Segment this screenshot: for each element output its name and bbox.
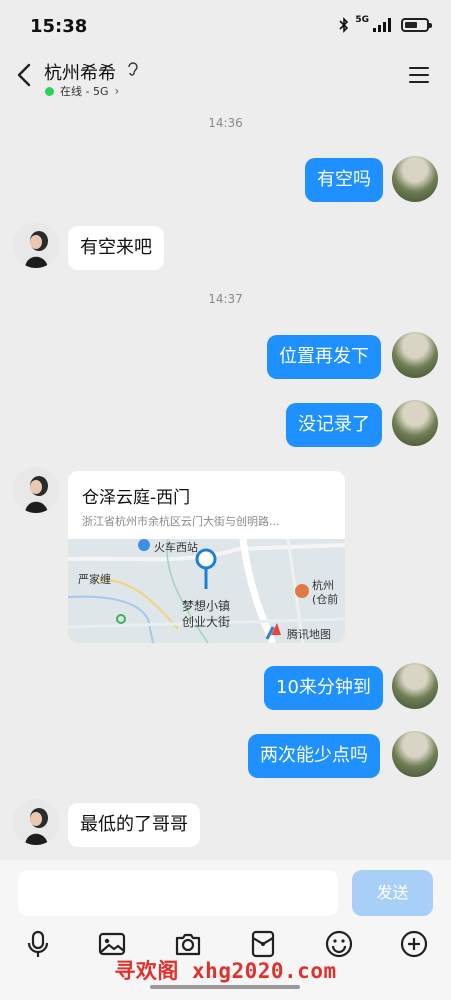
emoji-icon[interactable] [325,930,353,958]
online-status-text: 在线 - 5G [60,85,109,98]
back-arrow-icon[interactable] [14,62,36,88]
map-provider-label: 腾讯地图 [287,628,331,641]
my-avatar[interactable] [392,400,438,446]
bluetooth-icon [339,17,349,33]
menu-icon[interactable] [409,67,429,83]
map-label: 火车西站 [154,541,198,554]
location-name: 仓泽云庭-西门 [82,488,191,508]
map-label: 严家缠 [78,573,111,586]
microphone-icon[interactable] [24,930,52,958]
chat-header: 杭州希希 在线 - 5G › [0,52,451,106]
watermark-text: 寻欢阁 xhg2020.com [114,959,337,983]
timestamp: 14:37 [208,292,243,306]
image-icon[interactable] [98,930,126,958]
system-icons: 5G [339,15,432,33]
signal-icon [373,18,391,32]
status-bar: 15:38 5G [0,0,451,52]
chat-title[interactable]: 杭州希希 [44,59,116,85]
online-dot [45,86,54,96]
message-outgoing[interactable]: 位置再发下 [267,335,381,379]
clock: 15:38 [30,16,88,37]
location-card[interactable]: 仓泽云庭-西门 浙江省杭州市余杭区云门大街与创明路... 火车西站 严家缠 梦想… [68,471,345,643]
network-label: 5G [355,15,369,25]
red-packet-icon[interactable] [249,930,277,958]
my-avatar[interactable] [392,332,438,378]
home-indicator[interactable] [150,985,300,989]
location-address: 浙江省杭州市余杭区云门大街与创明路... [82,515,280,528]
message-incoming[interactable]: 有空来吧 [68,226,164,270]
message-incoming[interactable]: 最低的了哥哥 [68,803,200,847]
contact-avatar[interactable] [13,222,59,268]
message-outgoing[interactable]: 两次能少点吗 [248,734,380,778]
contact-avatar[interactable] [13,799,59,845]
online-status[interactable]: 在线 - 5G › [45,83,119,99]
message-input[interactable] [18,870,338,916]
camera-icon[interactable] [174,930,202,958]
message-outgoing[interactable]: 有空吗 [305,158,383,202]
location-map[interactable]: 火车西站 严家缠 梦想小镇 创业大街 杭州 (仓前 腾讯地图 [68,539,345,643]
message-outgoing[interactable]: 没记录了 [286,403,382,447]
message-outgoing[interactable]: 10来分钟到 [264,666,383,710]
map-label: 创业大街 [182,615,231,629]
map-label: (仓前 [312,593,339,606]
plus-icon[interactable] [400,930,428,958]
send-button[interactable]: 发送 [352,870,433,916]
my-avatar[interactable] [392,156,438,202]
my-avatar[interactable] [392,731,438,777]
timestamp: 14:36 [208,116,243,130]
battery-icon [401,18,432,32]
my-avatar[interactable] [392,663,438,709]
map-label: 梦想小镇 [182,599,231,613]
contact-avatar[interactable] [13,467,59,513]
ear-icon [128,62,138,76]
chevron-right-icon: › [114,84,120,98]
